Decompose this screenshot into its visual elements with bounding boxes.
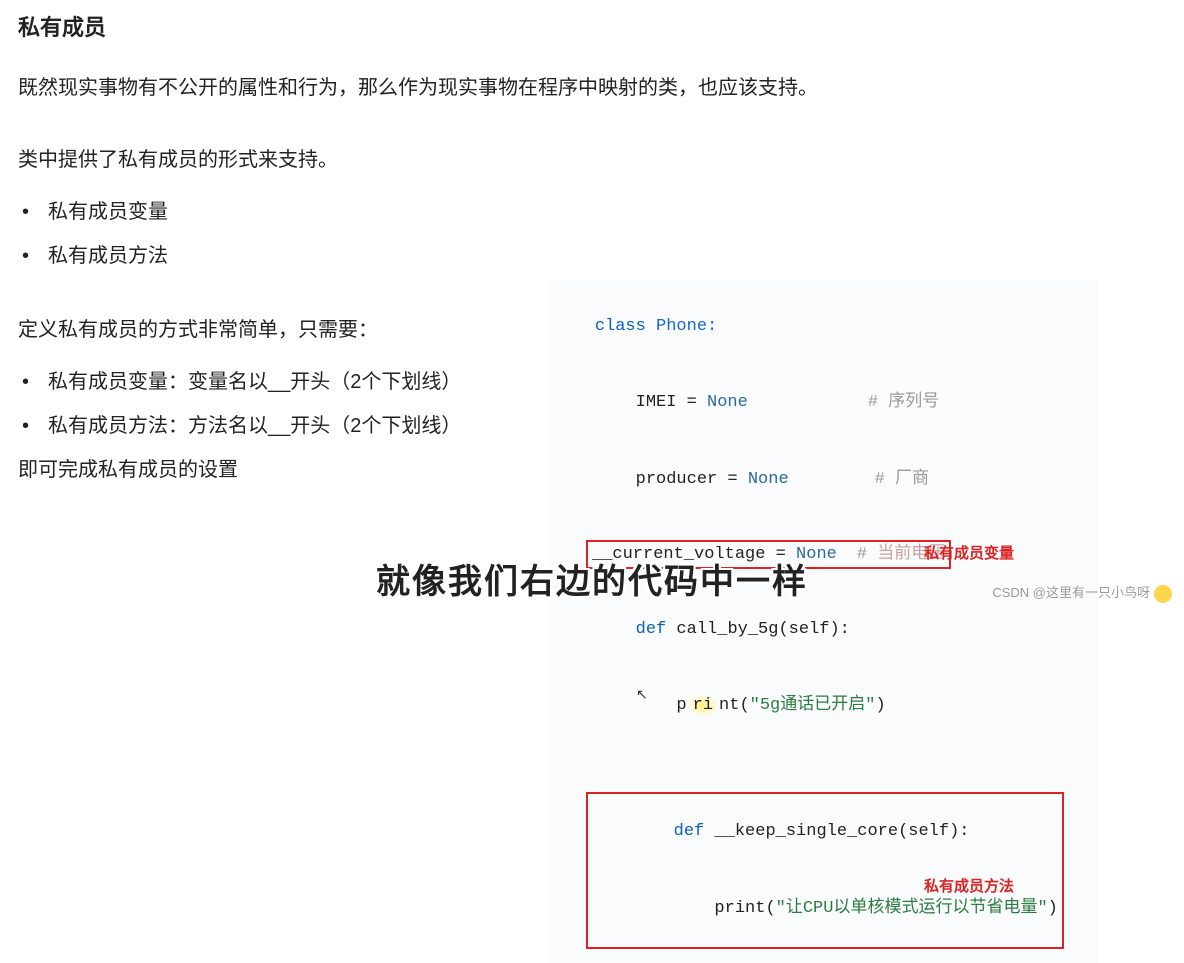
code-text: ) [1048,899,1058,918]
watermark-badge-icon [1154,585,1172,603]
code-keyword: def [674,822,705,841]
bullet-list-1: 私有成员变量 私有成员方法 [22,190,1166,278]
private-method-box: def __keep_single_core(self): print("让CP… [554,788,1092,953]
code-keyword: def [636,620,667,639]
code-string: "5g通话已开启" [750,696,876,715]
code-highlight: ri [687,694,719,717]
paragraph-support: 类中提供了私有成员的形式来支持。 [18,144,1166,176]
code-block: class Phone: IMEI = None # 序列号 producer =… [548,280,1098,963]
code-keyword: class [595,317,646,336]
video-subtitle: 就像我们右边的代码中一样 [376,554,808,603]
code-comment: # 序列号 [868,393,939,412]
code-text: IMEI = [595,393,707,412]
annotation-private-var: 私有成员变量 [924,543,1014,566]
annotation-private-method: 私有成员方法 [924,875,1014,898]
paragraph-intro: 既然现实事物有不公开的属性和行为，那么作为现实事物在程序中映射的类，也应该支持。 [18,72,1166,104]
watermark-text: CSDN @这里有一只小鸟呀 [992,585,1150,600]
code-none: None [748,470,789,489]
code-text: call_by_5g(self): [666,620,850,639]
code-text: producer = [595,470,748,489]
watermark: CSDN @这里有一只小鸟呀 [992,582,1172,603]
list-item: 私有成员方法 [22,234,1166,278]
code-string: "让CPU以单核模式运行以节省电量" [776,899,1048,918]
code-comment: # 厂商 [875,470,929,489]
list-item: 私有成员变量 [22,190,1166,234]
code-text: nt( [719,696,750,715]
code-text: print( [674,899,776,918]
code-text: __keep_single_core(self): [704,822,969,841]
code-text: ) [875,696,885,715]
code-none: None [707,393,748,412]
cursor-icon: ↖ [636,686,648,707]
section-title: 私有成员 [18,10,1166,42]
code-classname: Phone: [646,317,717,336]
code-comment: # [857,545,867,564]
